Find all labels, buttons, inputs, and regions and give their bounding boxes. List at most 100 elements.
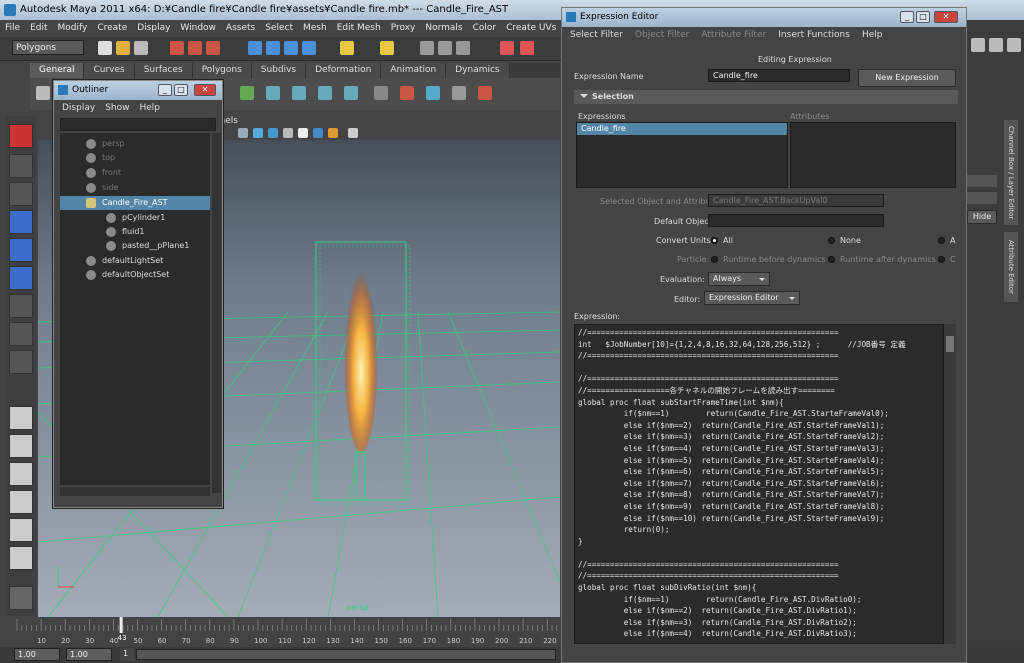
snap-surface-icon[interactable]	[302, 41, 316, 55]
layout-tool-icon[interactable]	[971, 38, 985, 52]
expression-name-field[interactable]: Candle_fire	[708, 69, 850, 82]
shelf-render-icon[interactable]	[400, 86, 414, 100]
layout-persp-outliner-icon[interactable]	[9, 490, 33, 514]
right-button-2[interactable]	[967, 192, 997, 204]
lasso-tool-icon[interactable]	[9, 154, 33, 178]
select-component-icon[interactable]	[206, 41, 220, 55]
manipulator-tool-icon[interactable]	[9, 294, 33, 318]
shelf-tool-icon[interactable]	[36, 86, 50, 100]
shelf-cone-icon[interactable]	[318, 86, 332, 100]
selection-section-header[interactable]: Selection	[574, 90, 958, 104]
expression-editor-title-bar[interactable]: Expression Editor _ □ ✕	[562, 8, 966, 27]
render-settings-icon[interactable]	[456, 41, 470, 55]
menu-create-uvs[interactable]: Create UVs	[501, 23, 561, 33]
soft-select-icon[interactable]	[520, 41, 534, 55]
expr-menu-insert-functions[interactable]: Insert Functions	[778, 30, 850, 40]
default-object-field[interactable]	[708, 214, 884, 227]
layout-single-icon[interactable]	[9, 406, 33, 430]
magnet-icon[interactable]	[500, 41, 514, 55]
snap-point-icon[interactable]	[284, 41, 298, 55]
menu-edit-mesh[interactable]: Edit Mesh	[332, 23, 386, 33]
shelf-tab-curves[interactable]: Curves	[84, 63, 135, 78]
editor-dropdown[interactable]: Expression Editor	[704, 291, 800, 305]
menu-create[interactable]: Create	[92, 23, 132, 33]
scale-tool-icon[interactable]	[9, 266, 33, 290]
menu-display[interactable]: Display	[132, 23, 175, 33]
maximize-icon[interactable]: □	[174, 84, 188, 96]
channel-box-tab[interactable]: Channel Box / Layer Editor	[1004, 120, 1018, 225]
expression-list-item[interactable]: Candle_fire	[577, 123, 787, 135]
soft-mod-tool-icon[interactable]	[9, 322, 33, 346]
expr-menu-help[interactable]: Help	[862, 30, 883, 40]
menu-normals[interactable]: Normals	[420, 23, 467, 33]
outliner-menu-display[interactable]: Display	[62, 103, 95, 113]
render-icon[interactable]	[420, 41, 434, 55]
lights-icon[interactable]	[298, 128, 308, 138]
convert-angular-radio[interactable]	[938, 237, 945, 244]
isolate-icon[interactable]	[348, 128, 358, 138]
anim-start-field[interactable]: 1.00	[66, 648, 112, 661]
shelf-tab-dynamics[interactable]: Dynamics	[446, 63, 510, 78]
menu-window[interactable]: Window	[175, 23, 221, 33]
smooth-shade-icon[interactable]	[268, 128, 278, 138]
menu-color[interactable]: Color	[468, 23, 502, 33]
outliner-search-input[interactable]	[60, 118, 216, 131]
menu-select[interactable]: Select	[260, 23, 298, 33]
move-tool-icon[interactable]	[9, 210, 33, 234]
expr-menu-object-filter[interactable]: Object Filter	[635, 30, 689, 40]
help-icon[interactable]	[380, 41, 394, 55]
expr-menu-select-filter[interactable]: Select Filter	[570, 30, 623, 40]
attributes-list[interactable]	[790, 122, 956, 188]
show-manip-icon[interactable]	[9, 350, 33, 374]
shelf-cube-icon[interactable]	[266, 86, 280, 100]
outliner-item[interactable]: persp	[60, 137, 210, 151]
textured-icon[interactable]	[283, 128, 293, 138]
range-slider-bar[interactable]	[136, 649, 556, 660]
expression-code-editor[interactable]: //======================================…	[574, 324, 944, 644]
shelf-camera-icon[interactable]	[452, 86, 466, 100]
outliner-title-bar[interactable]: Outliner _ □ ✕	[54, 81, 222, 100]
code-scroll-thumb[interactable]	[946, 336, 954, 352]
shadows-icon[interactable]	[313, 128, 323, 138]
close-icon[interactable]: ✕	[934, 11, 958, 23]
selected-object-field[interactable]: Candle_Fire_AST.BackUpVal0	[708, 194, 884, 207]
maximize-icon[interactable]: □	[916, 11, 930, 23]
menu-edit[interactable]: Edit	[25, 23, 52, 33]
expr-menu-attribute-filter[interactable]: Attribute Filter	[701, 30, 766, 40]
shelf-tab-general[interactable]: General	[30, 63, 85, 78]
shelf-plane-icon[interactable]	[344, 86, 358, 100]
outliner-item[interactable]: pasted__pPlane1	[60, 239, 210, 253]
outliner-menu-show[interactable]: Show	[105, 103, 129, 113]
outliner-item[interactable]: defaultLightSet	[60, 254, 210, 268]
range-start-field[interactable]: 1.00	[14, 648, 60, 661]
minimize-icon[interactable]: _	[900, 11, 914, 23]
shelf-tab-animation[interactable]: Animation	[381, 63, 447, 78]
right-button-1[interactable]	[967, 175, 997, 187]
rotate-tool-icon[interactable]	[9, 238, 33, 262]
shelf-paint-icon[interactable]	[478, 86, 492, 100]
history-icon[interactable]	[340, 41, 354, 55]
outliner-item[interactable]: pCylinder1	[60, 211, 210, 225]
xray-icon[interactable]	[328, 128, 338, 138]
code-vertical-scrollbar[interactable]	[944, 324, 956, 644]
close-icon[interactable]: ✕	[194, 84, 216, 96]
channel-box-toggle-icon[interactable]	[989, 38, 1003, 52]
select-hierarchy-icon[interactable]	[170, 41, 184, 55]
shelf-sphere-icon[interactable]	[240, 86, 254, 100]
menu-mesh[interactable]: Mesh	[298, 23, 332, 33]
tool-settings-icon[interactable]	[1007, 38, 1021, 52]
layout-two-icon[interactable]	[9, 462, 33, 486]
outliner-horizontal-scrollbar[interactable]	[60, 487, 210, 496]
shelf-tab-surfaces[interactable]: Surfaces	[134, 63, 193, 78]
outliner-item[interactable]: Candle_Fire_AST	[60, 196, 210, 210]
outliner-item[interactable]: defaultObjectSet	[60, 268, 210, 282]
menu-file[interactable]: File	[0, 23, 25, 33]
snap-curve-icon[interactable]	[266, 41, 280, 55]
layout-graph-icon[interactable]	[9, 518, 33, 542]
select-tool-icon[interactable]	[9, 124, 33, 148]
time-slider[interactable]: 10 20 30 40 50 60 70 80 90 100 110 120 130 140 150 160 1…	[0, 617, 562, 647]
outliner-item[interactable]: side	[60, 181, 210, 195]
shelf-light-icon[interactable]	[426, 86, 440, 100]
evaluation-dropdown[interactable]: Always	[708, 272, 770, 286]
outliner-vertical-scrollbar[interactable]	[212, 133, 221, 493]
